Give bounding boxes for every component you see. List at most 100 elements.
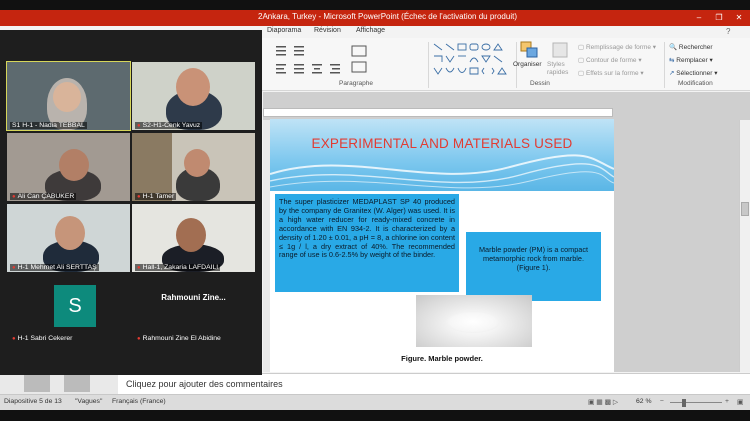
participant-face	[176, 218, 206, 252]
scroll-thumb[interactable]	[741, 202, 749, 216]
text-box-left-content: The super plasticizer MEDAPLAST SP 40 pr…	[279, 197, 455, 260]
restore-icon[interactable]: ❐	[712, 12, 726, 23]
slide-title[interactable]: EXPERIMENTAL AND MATERIALS USED	[270, 136, 614, 151]
fit-window-icon[interactable]: ▣	[737, 398, 743, 406]
participant-tile[interactable]: ● H-1 Mehmet Ali SERTTAŞ	[7, 204, 130, 272]
participant-name: H-1 Tamer	[142, 193, 175, 200]
shapes-gallery-icon[interactable]	[432, 42, 514, 78]
mic-off-icon: ●	[137, 336, 141, 342]
effets-button[interactable]: ▢ Effets sur la forme ▾	[578, 69, 644, 77]
wave-decoration-icon	[270, 154, 614, 189]
notes-pane[interactable]: Cliquez pour ajouter des commentaires	[118, 373, 750, 394]
slide-thumbnail[interactable]	[64, 375, 90, 392]
slide-counter: Diapositive 5 de 13	[4, 398, 62, 405]
tab-affichage[interactable]: Affichage	[356, 27, 385, 34]
participant-name: S1 H-1 - Nadia TEBBAL	[10, 122, 87, 129]
vertical-scrollbar[interactable]	[739, 120, 750, 372]
video-conference-panel: S1 H-1 - Nadia TEBBAL ● S2-H1-Cenk Yavuz …	[0, 30, 262, 375]
participant-name: Ali Can ÇABUKER	[17, 193, 75, 200]
selectionner-button[interactable]: ↗ Sélectionner ▾	[669, 69, 717, 77]
horizontal-ruler	[263, 108, 613, 117]
mic-off-icon: ●	[137, 123, 141, 129]
view-buttons-icon[interactable]: ▣ ▦ ▩ ▷	[588, 398, 618, 406]
group-label-paragraphe: Paragraphe	[339, 80, 373, 87]
language[interactable]: Français (France)	[112, 398, 166, 405]
mic-off-icon: ●	[12, 336, 16, 342]
participant-name: Rahmouni Zine El Abidine	[142, 335, 221, 342]
participant-tile[interactable]: ● Hall-1, Zakaria LAFDAILI	[132, 204, 255, 272]
tab-diaporama[interactable]: Diaporama	[267, 27, 301, 34]
group-label-dessin: Dessin	[530, 80, 550, 87]
participant-name-row: ● Hall-1, Zakaria LAFDAILI	[135, 264, 221, 271]
tab-revision[interactable]: Révision	[314, 27, 341, 34]
organiser-button[interactable]: Organiser	[513, 61, 542, 68]
quick-styles-icon[interactable]	[551, 41, 571, 59]
zoom-slider-thumb[interactable]	[682, 399, 686, 407]
bottom-border	[0, 410, 750, 421]
arrange-icon[interactable]	[520, 41, 540, 59]
background-shelf	[132, 133, 172, 201]
slide-canvas[interactable]: EXPERIMENTAL AND MATERIALS USED The supe…	[270, 119, 614, 372]
mic-off-icon: ●	[12, 194, 16, 200]
participant-name-row: ● H-1 Sabri Cekerer	[10, 335, 74, 342]
rechercher-label: Rechercher	[678, 44, 713, 51]
mic-off-icon: ●	[12, 265, 16, 271]
help-icon[interactable]: ?	[726, 27, 730, 36]
text-box-right[interactable]: Marble powder (PM) is a compact metamorp…	[466, 232, 601, 301]
zoom-slider[interactable]	[670, 402, 722, 403]
participant-name-row: ● Ali Can ÇABUKER	[10, 193, 77, 200]
contour-button[interactable]: ▢ Contour de forme ▾	[578, 56, 642, 64]
participant-face	[176, 68, 210, 106]
remplacer-label: Remplacer	[676, 57, 708, 64]
ribbon-separator	[664, 42, 665, 88]
status-bar: Diapositive 5 de 13 "Vagues" Français (F…	[0, 394, 750, 410]
remplissage-label: Remplissage de forme	[585, 44, 651, 51]
window-title: 2Ankara, Turkey - Microsoft PowerPoint (…	[258, 12, 517, 21]
participant-tile[interactable]: ● S2-H1-Cenk Yavuz	[132, 62, 255, 130]
zoom-in-icon[interactable]: +	[725, 398, 729, 405]
rechercher-button[interactable]: 🔍 Rechercher	[669, 43, 713, 51]
participant-face	[184, 149, 210, 177]
remplissage-button[interactable]: ▢ Remplissage de forme ▾	[578, 43, 656, 51]
participant-face	[55, 216, 85, 250]
participant-display-name: Rahmouni Zine...	[161, 293, 226, 302]
theme-name: "Vagues"	[75, 398, 103, 405]
slide-thumbnails	[0, 373, 118, 394]
zoom-level[interactable]: 62 %	[636, 398, 652, 405]
close-icon[interactable]: ✕	[732, 12, 746, 23]
text-box-right-content: Marble powder (PM) is a compact metamorp…	[478, 245, 589, 272]
participant-tile[interactable]: Rahmouni Zine... ● Rahmouni Zine El Abidi…	[132, 275, 255, 343]
participant-tile[interactable]: S1 H-1 - Nadia TEBBAL	[6, 61, 131, 131]
participant-name: Hall-1, Zakaria LAFDAILI	[142, 264, 219, 271]
participant-name-row: ● H-1 Tamer	[135, 193, 177, 200]
participant-name: H-1 Mehmet Ali SERTTAŞ	[17, 264, 97, 271]
marble-powder-image[interactable]	[416, 295, 532, 347]
paragraph-controls-icon[interactable]	[272, 42, 422, 76]
mic-off-icon: ●	[137, 194, 141, 200]
effets-label: Effets sur la forme	[585, 70, 639, 77]
zoom-out-icon[interactable]: −	[660, 398, 664, 405]
group-label-modification: Modification	[678, 80, 713, 87]
marble-pile	[446, 311, 500, 333]
participant-face	[59, 149, 89, 181]
minimize-icon[interactable]: –	[692, 12, 706, 23]
top-border	[0, 0, 750, 10]
styles-rapides-button[interactable]: Styles rapides	[547, 61, 575, 77]
participant-tile[interactable]: ● H-1 Tamer	[132, 133, 255, 201]
participant-name-row: ● Rahmouni Zine El Abidine	[135, 335, 223, 342]
figure-caption[interactable]: Figure. Marble powder.	[270, 354, 614, 363]
participant-tile[interactable]: ● Ali Can ÇABUKER	[7, 133, 130, 201]
remplacer-button[interactable]: ⇆ Remplacer ▾	[669, 56, 713, 64]
participant-tile[interactable]: S ● H-1 Sabri Cekerer	[7, 275, 130, 343]
participant-avatar: S	[54, 285, 96, 327]
screen: 2Ankara, Turkey - Microsoft PowerPoint (…	[0, 0, 750, 421]
participant-name-row: ● H-1 Mehmet Ali SERTTAŞ	[10, 264, 99, 271]
slide-thumbnail[interactable]	[24, 375, 50, 392]
selectionner-label: Sélectionner	[676, 70, 713, 77]
replace-icon: ⇆	[669, 57, 675, 64]
slide-title-banner	[270, 119, 614, 191]
participant-name: H-1 Sabri Cekerer	[17, 335, 73, 342]
text-box-left[interactable]: The super plasticizer MEDAPLAST SP 40 pr…	[275, 194, 459, 292]
title-bar: 2Ankara, Turkey - Microsoft PowerPoint (…	[0, 10, 750, 26]
participant-name-row: ● S2-H1-Cenk Yavuz	[135, 122, 203, 129]
